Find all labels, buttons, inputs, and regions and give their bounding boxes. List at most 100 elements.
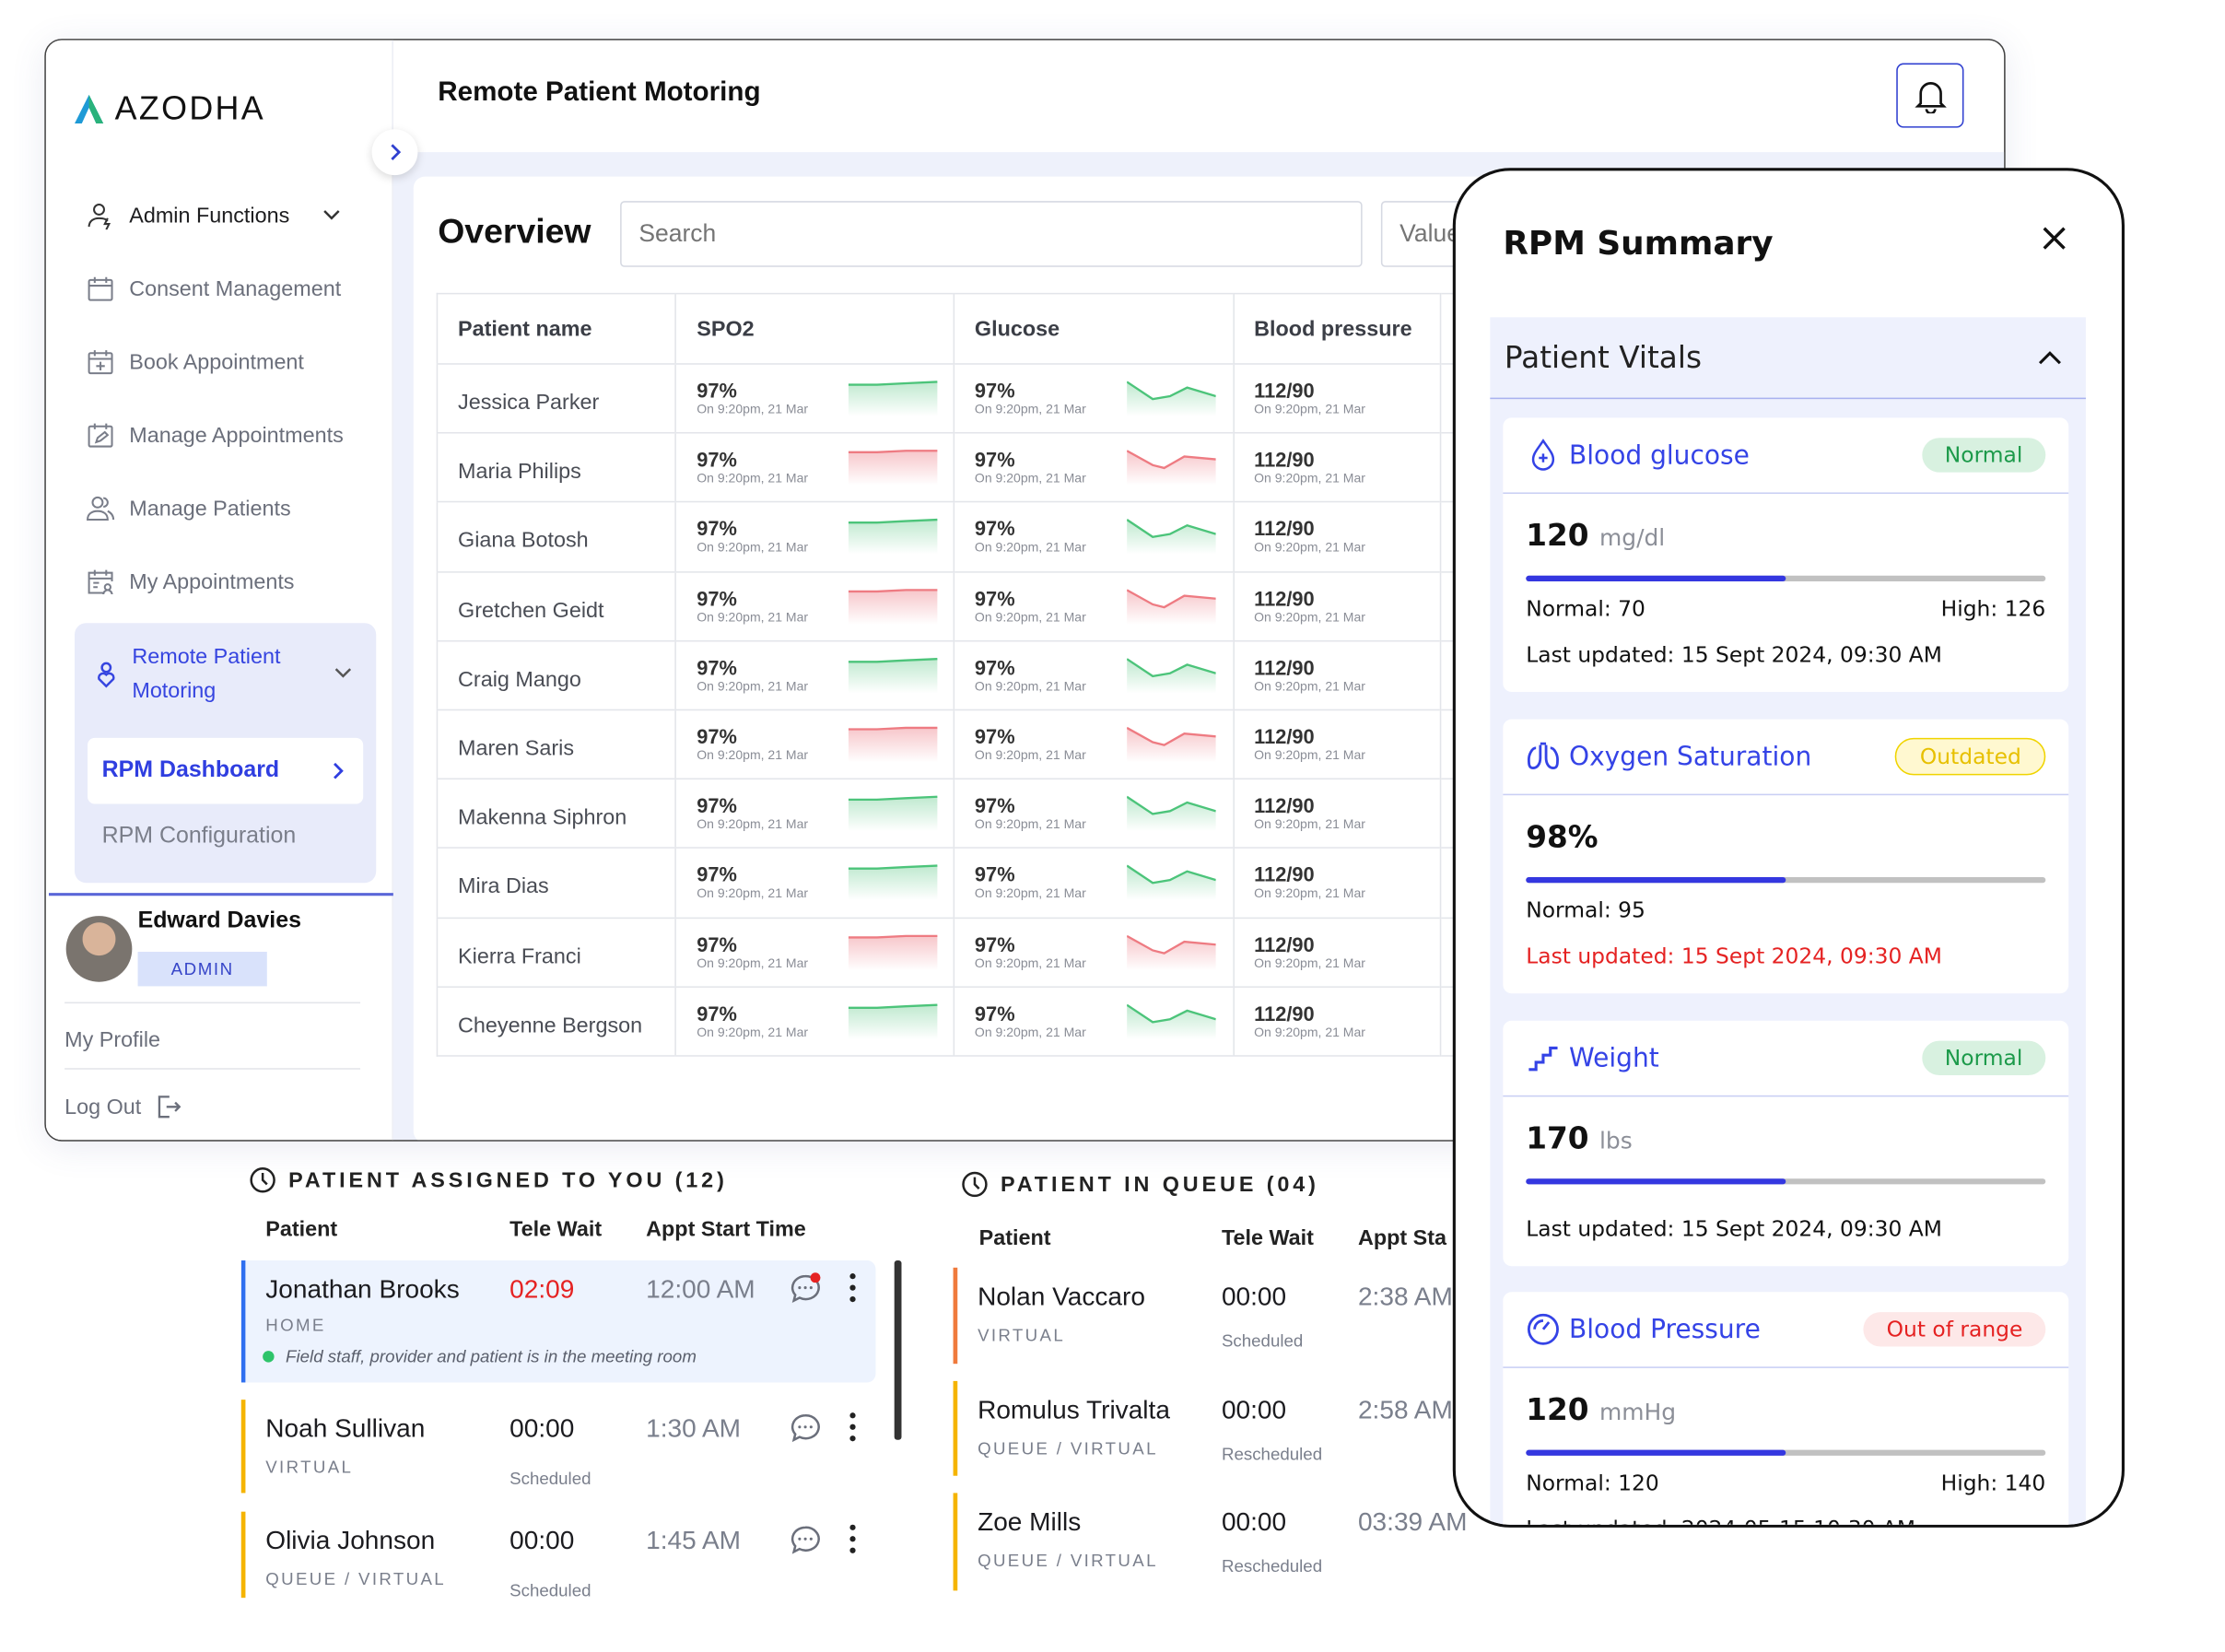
chat-icon[interactable] <box>788 1412 822 1446</box>
patient-name[interactable]: Gretchen Geidt <box>437 570 677 641</box>
visit-type: VIRTUAL <box>265 1457 354 1478</box>
chat-icon[interactable] <box>788 1271 822 1306</box>
patient-name[interactable]: Jessica Parker <box>437 363 677 434</box>
patient-row[interactable]: Noah Sullivan VIRTUAL 00:00 1:30 AM Sche… <box>240 1400 876 1494</box>
patient-row[interactable]: Jonathan Brooks HOME 02:09 12:00 AM Fiel… <box>240 1260 876 1383</box>
table-row[interactable]: Mira Dias 97% On 9:20pm, 21 Mar 97% On 9:20p… <box>437 847 1470 918</box>
sidebar-item-manage-patients[interactable]: Manage Patients <box>86 494 291 522</box>
table-row[interactable]: Maria Philips 97% On 9:20pm, 21 Mar 97% On 9… <box>437 432 1470 503</box>
bell-icon <box>1914 81 1947 113</box>
column-header[interactable]: SPO2 <box>675 293 955 364</box>
more-options-icon[interactable] <box>849 1412 857 1443</box>
label: Consent Management <box>129 275 342 301</box>
patient-row[interactable]: Romulus Trivalta QUEUE / VIRTUAL 00:00 2… <box>953 1380 1470 1476</box>
bp-cell: 112/90 On 9:20pm, 21 Mar <box>1233 570 1442 641</box>
sidebar-group-rpm[interactable]: Remote Patient Motoring RPM Dashboard RP… <box>75 623 377 884</box>
patient-name[interactable]: Mira Dias <box>437 847 677 918</box>
close-icon[interactable] <box>2042 226 2067 252</box>
label: Admin Functions <box>129 203 290 228</box>
reading-time: On 9:20pm, 21 Mar <box>1254 471 1365 486</box>
unit: mmHg <box>1598 1398 1677 1426</box>
patient-name[interactable]: Maria Philips <box>437 432 677 503</box>
normal-sparkline <box>849 519 939 556</box>
table-row[interactable]: Gretchen Geidt 97% On 9:20pm, 21 Mar 97% On … <box>437 570 1470 641</box>
chevron-right-icon <box>391 144 402 160</box>
scrollbar[interactable] <box>894 1260 902 1440</box>
label: PATIENT ASSIGNED TO YOU (12) <box>288 1167 728 1193</box>
patient-vitals-header[interactable]: Patient Vitals <box>1490 317 2086 400</box>
more-options-icon[interactable] <box>849 1523 857 1554</box>
sidebar-item-consent-management[interactable]: Consent Management <box>86 275 341 303</box>
reading-time: On 9:20pm, 21 Mar <box>1254 402 1365 416</box>
collapse-sidebar-button[interactable] <box>371 129 418 176</box>
sidebar-item-manage-appointments[interactable]: Manage Appointments <box>86 421 344 450</box>
last-updated: Last updated: 15 Sept 2024, 09:30 AM <box>1526 641 1942 668</box>
sidebar-item-rpm-configuration[interactable]: RPM Configuration <box>102 824 297 849</box>
value: 98% <box>1526 819 1598 855</box>
assigned-section-title: PATIENT ASSIGNED TO YOU (12) <box>249 1166 728 1194</box>
search-input[interactable] <box>620 201 1363 267</box>
patient-name[interactable]: Kierra Franci <box>437 916 677 987</box>
table-row[interactable]: Maren Saris 97% On 9:20pm, 21 Mar 97% On 9:2… <box>437 709 1470 779</box>
reading-time: On 9:20pm, 21 Mar <box>1254 885 1365 901</box>
column-header[interactable]: Blood pressure <box>1233 293 1442 364</box>
divider <box>64 1002 361 1004</box>
patient-name[interactable]: Craig Mango <box>437 639 677 710</box>
column-header[interactable]: Glucose <box>954 293 1235 364</box>
column-header[interactable]: Patient name <box>437 293 677 364</box>
status-badge: Normal <box>1921 438 2046 473</box>
overview-title: Overview <box>438 212 591 252</box>
table-row[interactable]: Cheyenne Bergson 97% On 9:20pm, 21 Mar 97% O… <box>437 985 1470 1056</box>
table-row[interactable]: Makenna Siphron 97% On 9:20pm, 21 Mar 97% On… <box>437 778 1470 849</box>
glucose-cell: 97% On 9:20pm, 21 Mar <box>954 639 1235 710</box>
calendar-user-icon <box>88 569 113 595</box>
bp-value: 112/90 <box>1254 448 1315 472</box>
vital-progress-bar <box>1526 575 2046 582</box>
avatar[interactable] <box>65 916 133 982</box>
patient-name[interactable]: Makenna Siphron <box>437 778 677 849</box>
my-profile-link[interactable]: My Profile <box>64 1028 160 1052</box>
more-options-icon[interactable] <box>849 1271 857 1303</box>
normal-sparkline <box>849 381 939 416</box>
lungs-icon <box>1527 742 1559 769</box>
chevron-down-icon[interactable] <box>333 666 353 681</box>
appt-status: Rescheduled <box>1221 1444 1323 1465</box>
vital-card: Blood glucose Normal 120 mg/dl Normal: 70… <box>1503 417 2069 693</box>
spo2-cell: 97% On 9:20pm, 21 Mar <box>675 709 955 779</box>
chat-icon[interactable] <box>788 1523 822 1557</box>
user-name: Edward Davies <box>137 908 301 933</box>
azodha-logo-icon <box>75 94 104 123</box>
sidebar-item-book-appointment[interactable]: Book Appointment <box>86 347 304 376</box>
patient-name[interactable]: Giana Botosh <box>437 501 677 572</box>
patient-name[interactable]: Cheyenne Bergson <box>437 985 677 1056</box>
column-header: Patient <box>978 1225 1051 1251</box>
bp-cell: 112/90 On 9:20pm, 21 Mar <box>1233 847 1442 918</box>
patient-row[interactable]: Olivia Johnson QUEUE / VIRTUAL 00:00 1:4… <box>240 1511 876 1600</box>
notifications-button[interactable] <box>1896 63 1964 128</box>
drop-icon <box>1531 439 1555 471</box>
logout-button[interactable]: Log Out <box>64 1094 182 1119</box>
vital-name: Weight <box>1569 1042 1659 1073</box>
table-row[interactable]: Jessica Parker 97% On 9:20pm, 21 Mar 97% On … <box>437 363 1470 434</box>
alert-sparkline <box>849 933 939 970</box>
vital-name: Blood Pressure <box>1569 1314 1761 1345</box>
patient-row[interactable]: Zoe Mills QUEUE / VIRTUAL 00:00 03:39 AM… <box>953 1493 1470 1591</box>
last-updated: Last updated: 2024-05-15 10:30 AM <box>1526 1516 1915 1524</box>
label: PATIENT IN QUEUE (04) <box>1000 1172 1319 1197</box>
sidebar-item-rpm-dashboard[interactable]: RPM Dashboard <box>88 737 364 804</box>
patient-name[interactable]: Maren Saris <box>437 709 677 779</box>
table-row[interactable]: Craig Mango 97% On 9:20pm, 21 Mar 97% On 9:2… <box>437 639 1470 710</box>
divider <box>48 893 393 896</box>
table-row[interactable]: Kierra Franci 97% On 9:20pm, 21 Mar 97% On 9… <box>437 916 1470 987</box>
vital-value: 120 mmHg <box>1526 1392 1676 1426</box>
bp-value: 112/90 <box>1254 724 1315 748</box>
appt-status: Rescheduled <box>1221 1555 1323 1576</box>
sidebar-item-admin-functions[interactable]: Admin Functions <box>86 201 341 230</box>
visit-type: QUEUE / VIRTUAL <box>978 1438 1158 1459</box>
patient-vitals-section: Patient Vitals Blood glucose Normal 120 m… <box>1490 317 2086 1525</box>
patient-row[interactable]: Nolan Vaccaro VIRTUAL 00:00 2:38 AM Sche… <box>953 1267 1470 1365</box>
sidebar-item-my-appointments[interactable]: My Appointments <box>86 567 295 595</box>
appt-status: Scheduled <box>509 1468 591 1489</box>
spo2-cell: 97% On 9:20pm, 21 Mar <box>675 432 955 503</box>
table-row[interactable]: Giana Botosh 97% On 9:20pm, 21 Mar 97% On 9:… <box>437 501 1470 572</box>
